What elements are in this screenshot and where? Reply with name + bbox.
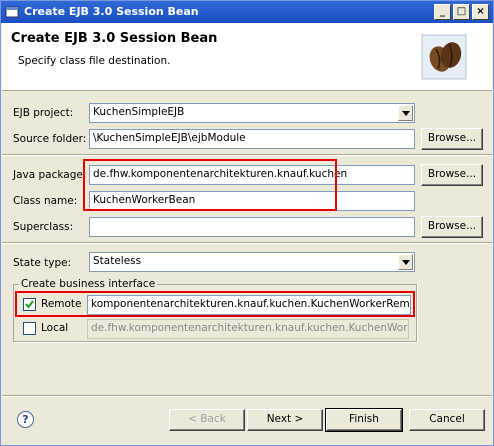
- ejb-project-select[interactable]: KuchenSimpleEJB: [89, 103, 415, 123]
- superclass-browse-button[interactable]: Browse...: [421, 216, 483, 238]
- maximize-button[interactable]: □: [453, 4, 470, 20]
- class-name-label: Class name:: [13, 195, 78, 207]
- title-bar: Create EJB 3.0 Session Bean _ □ ×: [1, 1, 493, 23]
- separator: [2, 154, 492, 156]
- page-title: Create EJB 3.0 Session Bean: [11, 31, 218, 46]
- dialog-window: Create EJB 3.0 Session Bean _ □ × Create…: [0, 0, 494, 446]
- footer-separator: [2, 395, 492, 397]
- package-highlight-box: [83, 159, 337, 211]
- source-folder-input[interactable]: \KuchenSimpleEJB\ejbModule: [89, 129, 415, 149]
- ejb-project-label: EJB project:: [13, 107, 74, 119]
- coffee-bean-icon: [421, 34, 467, 80]
- local-label: Local: [41, 322, 69, 334]
- finish-button-label: Finish: [349, 413, 379, 425]
- back-button-label: < Back: [188, 413, 226, 425]
- superclass-label: Superclass:: [13, 221, 74, 233]
- superclass-input[interactable]: [89, 217, 415, 237]
- wizard-header: Create EJB 3.0 Session Bean Specify clas…: [2, 23, 492, 91]
- java-package-browse-button[interactable]: Browse...: [421, 164, 483, 186]
- local-interface-input: de.fhw.komponentenarchitekturen.knauf.ku…: [87, 319, 409, 339]
- next-button[interactable]: Next >: [247, 409, 323, 431]
- minimize-button[interactable]: _: [434, 4, 451, 20]
- help-icon[interactable]: ?: [17, 411, 34, 428]
- window-icon: [5, 6, 19, 18]
- window-title: Create EJB 3.0 Session Bean: [24, 5, 199, 18]
- chevron-down-icon[interactable]: [398, 105, 413, 121]
- state-type-label: State type:: [13, 257, 72, 269]
- source-folder-label: Source folder:: [13, 133, 87, 145]
- java-package-label: Java package:: [13, 169, 87, 181]
- separator: [2, 242, 492, 244]
- page-subtitle: Specify class file destination.: [18, 55, 171, 67]
- remote-highlight-box: [15, 291, 415, 317]
- cancel-button[interactable]: Cancel: [409, 409, 485, 431]
- ejb-project-value: KuchenSimpleEJB: [93, 106, 185, 118]
- cancel-button-label: Cancel: [429, 413, 465, 425]
- chevron-down-icon[interactable]: [398, 254, 413, 270]
- source-folder-browse-button[interactable]: Browse...: [421, 128, 483, 150]
- close-button[interactable]: ×: [472, 4, 489, 20]
- business-interface-group-label: Create business interface: [19, 278, 158, 290]
- state-type-value: Stateless: [93, 255, 142, 267]
- next-button-label: Next >: [266, 413, 304, 425]
- local-checkbox[interactable]: [23, 322, 36, 335]
- finish-button[interactable]: Finish: [325, 408, 403, 432]
- back-button: < Back: [169, 409, 245, 431]
- state-type-select[interactable]: Stateless: [89, 252, 415, 272]
